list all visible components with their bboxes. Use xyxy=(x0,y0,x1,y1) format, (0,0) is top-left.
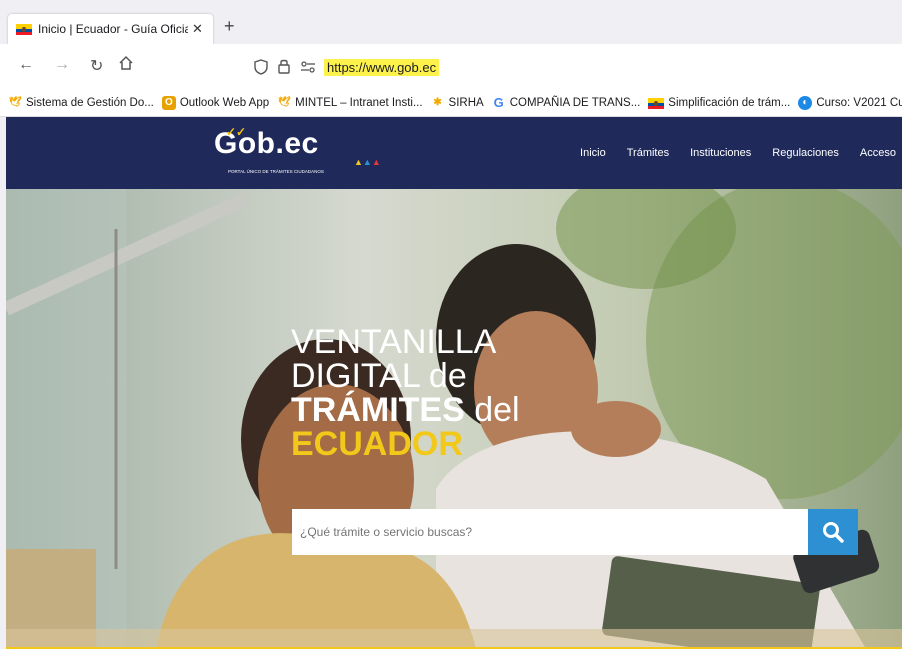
bird-icon: 🕊 xyxy=(8,97,22,108)
address-bar[interactable]: https://www.gob.ec xyxy=(240,50,902,84)
menu-item-tramites[interactable]: Trámites xyxy=(627,147,669,159)
bird-icon: 🕊 xyxy=(277,97,291,108)
bookmark-label: SIRHA xyxy=(448,97,484,109)
permissions-icon[interactable] xyxy=(300,60,316,78)
star-icon: ✱ xyxy=(433,97,442,108)
browser-tab[interactable]: Inicio | Ecuador - Guía Oficial de ✕ xyxy=(8,14,213,44)
flag-icon xyxy=(648,97,665,109)
shield-icon[interactable] xyxy=(254,59,268,80)
url-text[interactable]: https://www.gob.ec xyxy=(324,59,440,76)
menu-item-acceso[interactable]: Acceso xyxy=(860,147,896,159)
lock-icon[interactable] xyxy=(278,58,290,79)
bookmark-item[interactable]: 🕊 MINTEL – Intranet Insti... xyxy=(277,96,423,110)
headline-line-2: DIGITAL de xyxy=(291,359,520,393)
logo-subtitle: PORTAL ÚNICO DE TRÁMITES CIUDADANOS xyxy=(228,169,324,174)
bookmark-label: Simplificación de trám... xyxy=(668,97,791,109)
logo-arrows-icon: ▲▲▲ xyxy=(354,157,381,167)
tab-title: Inicio | Ecuador - Guía Oficial de xyxy=(38,22,188,36)
site-header: ✓✓ Gob.ec ▲▲▲ PORTAL ÚNICO DE TRÁMITES C… xyxy=(6,117,902,189)
browser-tab-bar: Inicio | Ecuador - Guía Oficial de ✕ + xyxy=(0,0,902,44)
menu-item-inicio[interactable]: Inicio xyxy=(580,147,606,159)
search-icon xyxy=(823,522,844,543)
headline-tramites: TRÁMITES xyxy=(291,391,465,429)
bookmark-item[interactable]: O Outlook Web App xyxy=(161,96,270,110)
site-logo[interactable]: ✓✓ Gob.ec ▲▲▲ PORTAL ÚNICO DE TRÁMITES C… xyxy=(214,125,381,174)
bookmark-item[interactable]: 🕊 Sistema de Gestión Do... xyxy=(8,96,154,110)
hero-headline: VENTANILLA DIGITAL de TRÁMITES del ECUAD… xyxy=(291,325,520,461)
bookmark-item[interactable]: G COMPAÑIA DE TRANS... xyxy=(492,96,641,110)
globe-icon: ◐ xyxy=(798,96,813,110)
menu-item-regulaciones[interactable]: Regulaciones xyxy=(772,147,839,159)
bookmark-label: MINTEL – Intranet Insti... xyxy=(295,97,423,109)
forward-icon[interactable]: → xyxy=(54,56,70,74)
bookmark-item[interactable]: ◐Curso: V2021 Curso p xyxy=(798,96,902,110)
checkmarks-icon: ✓✓ xyxy=(226,125,247,139)
browser-nav-bar: ← → ↻ https://www.gob.ec xyxy=(0,44,902,90)
headline-del: del xyxy=(464,391,520,429)
headline-digital: DIGITAL xyxy=(291,357,429,395)
bookmark-label: Curso: V2021 Curso p xyxy=(816,97,902,109)
bookmark-label: COMPAÑIA DE TRANS... xyxy=(509,97,641,109)
close-tab-icon[interactable]: ✕ xyxy=(192,21,203,37)
bookmark-item[interactable]: ✱ SIRHA xyxy=(431,96,484,110)
reload-icon[interactable]: ↻ xyxy=(90,56,103,76)
new-tab-button[interactable]: + xyxy=(224,16,235,37)
headline-line-1: VENTANILLA xyxy=(291,323,497,361)
bookmark-label: Outlook Web App xyxy=(179,97,270,109)
hero-banner: VENTANILLA DIGITAL de TRÁMITES del ECUAD… xyxy=(6,189,902,649)
home-icon[interactable] xyxy=(118,55,134,76)
headline-de: de xyxy=(428,357,467,395)
headline-line-4: ECUADOR xyxy=(291,425,463,463)
bookmark-label: Sistema de Gestión Do... xyxy=(26,97,154,109)
menu-item-instituciones[interactable]: Instituciones xyxy=(690,147,751,159)
ecuador-flag-icon xyxy=(16,23,32,35)
search-bar xyxy=(292,509,858,555)
bookmarks-bar: 🕊 Sistema de Gestión Do... O Outlook Web A… xyxy=(0,90,902,117)
outlook-icon: O xyxy=(161,96,176,110)
headline-line-3: TRÁMITES del xyxy=(291,393,520,427)
search-input[interactable] xyxy=(292,509,808,555)
google-icon: G xyxy=(493,95,504,110)
back-icon[interactable]: ← xyxy=(18,56,34,74)
search-button[interactable] xyxy=(808,509,858,555)
bookmark-item[interactable]: Simplificación de trám... xyxy=(648,97,790,109)
main-menu: Inicio Trámites Instituciones Regulacion… xyxy=(559,147,896,159)
